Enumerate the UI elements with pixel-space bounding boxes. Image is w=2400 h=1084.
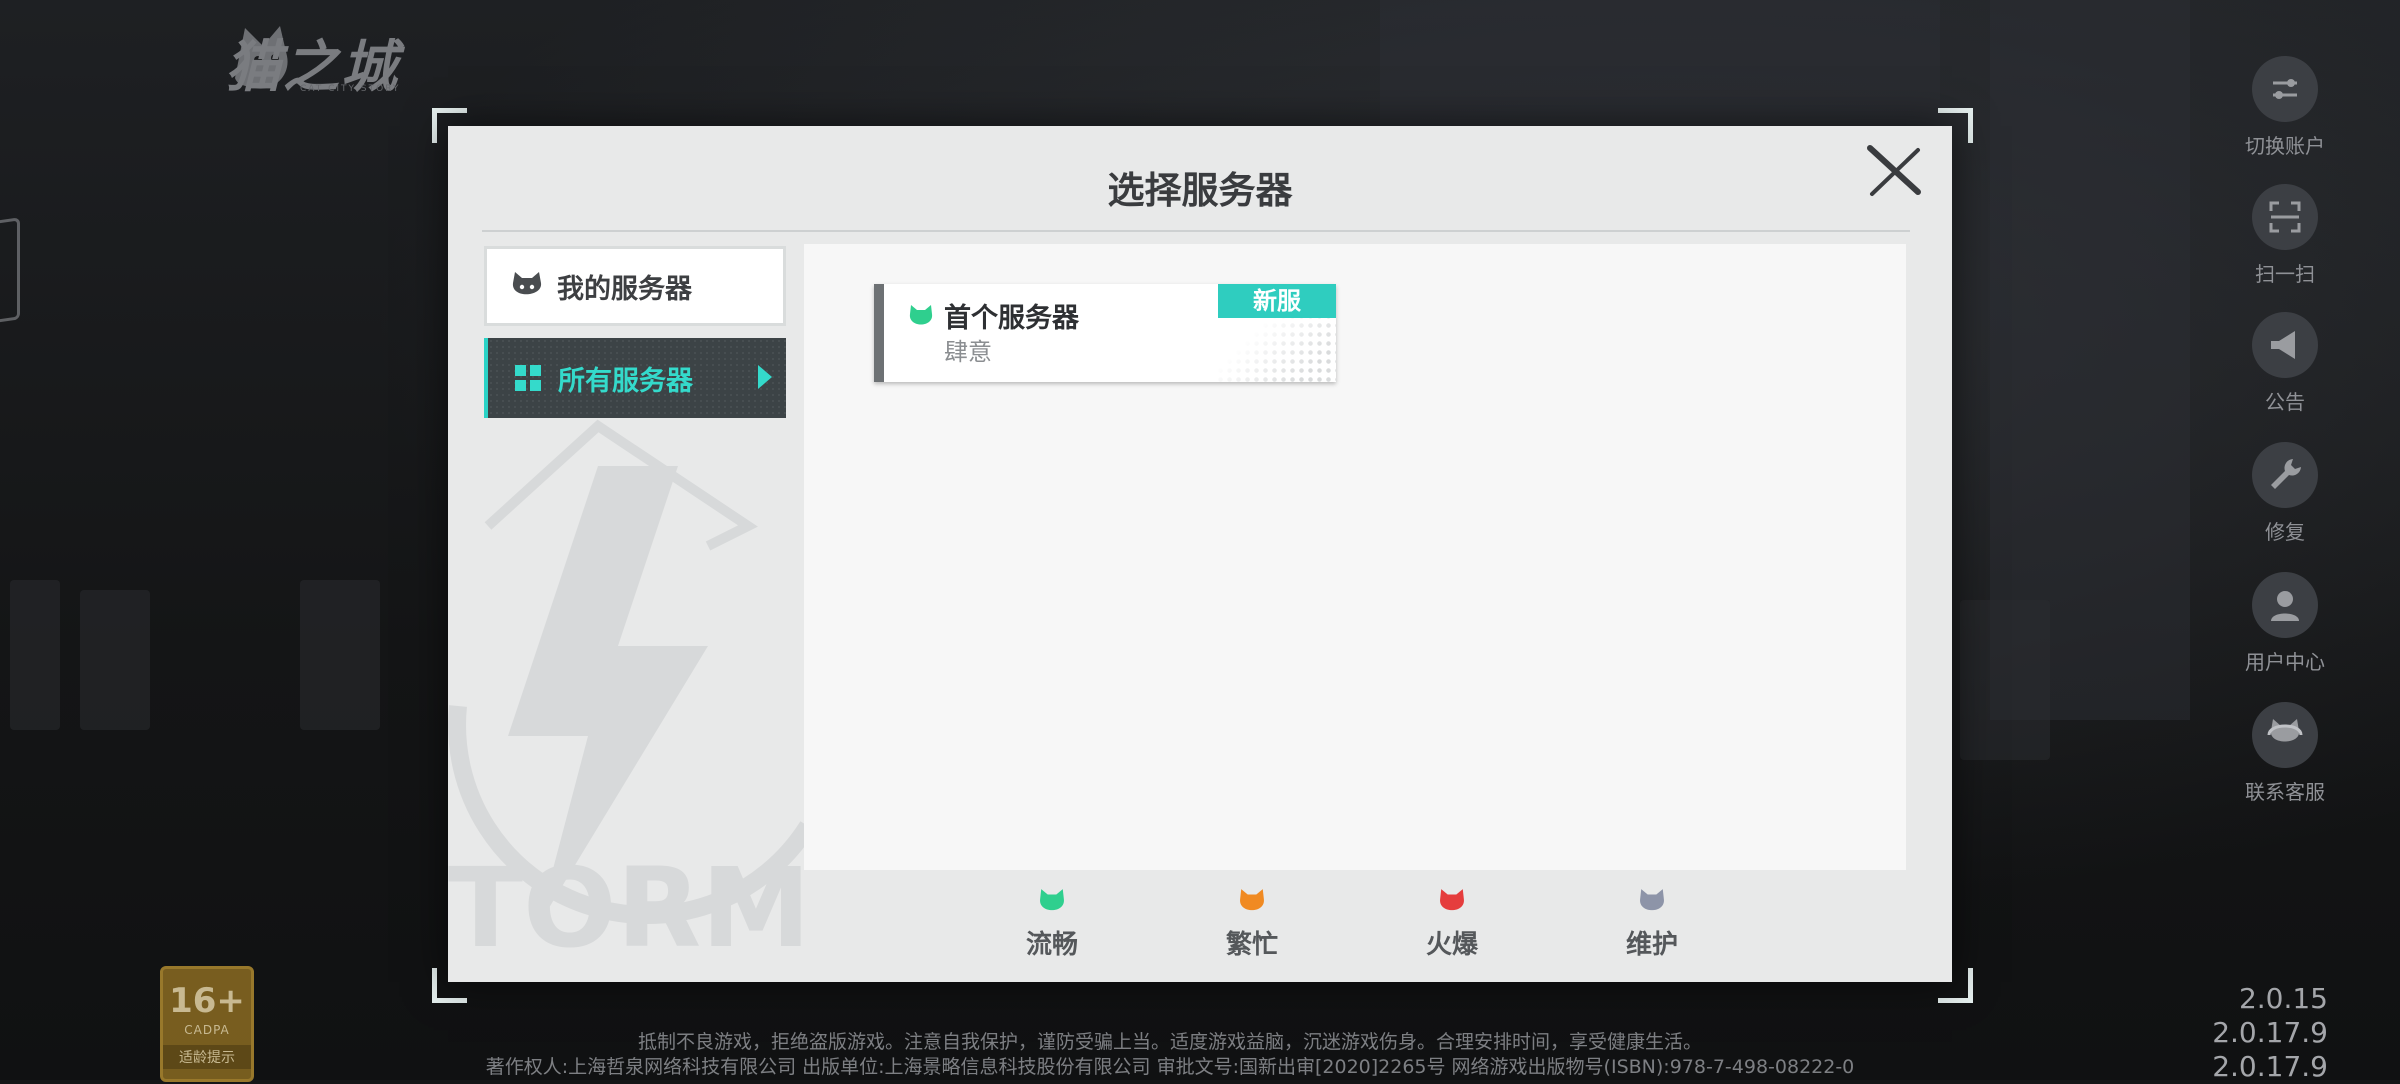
wrench-icon — [2271, 459, 2301, 489]
status-maintenance-icon — [1640, 889, 1664, 911]
switch-account-button[interactable]: 切换账户 — [2230, 56, 2340, 159]
storm-watermark-icon: TORM — [448, 419, 816, 966]
user-icon — [2271, 591, 2299, 621]
status-busy-icon — [1240, 889, 1264, 911]
dialog-title: 选择服务器 — [1107, 169, 1293, 212]
legend-smooth: 流畅 — [992, 888, 1112, 961]
legend-label: 繁忙 — [1225, 930, 1278, 960]
side-item-label: 修复 — [2265, 520, 2305, 544]
legend-maintenance: 维护 — [1592, 888, 1712, 961]
repair-button[interactable]: 修复 — [2230, 442, 2340, 545]
side-item-label: 切换账户 — [2245, 134, 2325, 158]
legend-hot: 火爆 — [1392, 888, 1512, 961]
status-smooth-icon — [909, 305, 933, 325]
customer-service-button[interactable]: 联系客服 — [2230, 702, 2340, 805]
legend-label: 火爆 — [1425, 930, 1478, 960]
legend-busy: 繁忙 — [1192, 888, 1312, 961]
announcement-button[interactable]: 公告 — [2230, 312, 2340, 415]
legend-label: 流畅 — [1025, 930, 1078, 960]
support-cat-icon — [2267, 719, 2303, 742]
server-name: 首个服务器 — [944, 303, 1079, 334]
tab-label: 我的服务器 — [557, 273, 692, 305]
version-text: 2.0.17.9 — [2212, 1016, 2328, 1049]
side-item-label: 用户中心 — [2245, 650, 2325, 674]
megaphone-icon — [2271, 331, 2295, 359]
health-notice: 抵制不良游戏，拒绝盗版游戏。注意自我保护，谨防受骗上当。适度游戏益脑，沉迷游戏伤… — [637, 1031, 1702, 1053]
user-center-button[interactable]: 用户中心 — [2230, 572, 2340, 675]
server-select-dialog: TORM 选择服务器 我的服务器 所有服务器 首个服务器 肆意 新服 流畅 繁忙… — [448, 126, 1952, 982]
side-item-label: 扫一扫 — [2255, 262, 2315, 286]
version-list: 2.0.15 2.0.17.9 2.0.17.9 — [2212, 982, 2328, 1084]
grid-icon — [515, 365, 541, 391]
arrow-right-icon — [758, 365, 772, 389]
tab-label: 所有服务器 — [558, 365, 693, 397]
status-smooth-icon — [1040, 889, 1064, 911]
scan-button[interactable]: 扫一扫 — [2230, 184, 2340, 287]
scan-icon — [2269, 201, 2301, 233]
side-item-label: 公告 — [2265, 390, 2305, 414]
legend-label: 维护 — [1625, 930, 1678, 960]
status-hot-icon — [1440, 889, 1464, 911]
version-text: 2.0.15 — [2238, 982, 2328, 1015]
cat-head-icon — [512, 272, 542, 295]
logo-subtitle: CAT CITY STORY — [300, 84, 401, 94]
publisher-info: 著作权人:上海哲泉网络科技有限公司 出版单位:上海景略信息科技股份有限公司 审批… — [485, 1056, 1855, 1078]
title-divider — [482, 230, 1910, 232]
version-text: 2.0.17.9 — [2212, 1050, 2328, 1083]
server-card[interactable]: 首个服务器 肆意 新服 — [874, 284, 1336, 382]
new-server-badge: 新服 — [1218, 284, 1336, 318]
left-edge-tab[interactable] — [0, 217, 20, 325]
close-icon[interactable] — [1864, 142, 1924, 202]
server-list-panel: 首个服务器 肆意 新服 — [804, 244, 1906, 870]
side-item-label: 联系客服 — [2245, 780, 2325, 804]
tab-all-servers[interactable]: 所有服务器 — [484, 338, 786, 418]
switch-account-icon — [2273, 79, 2297, 99]
server-subtitle: 肆意 — [944, 338, 992, 366]
tab-my-servers[interactable]: 我的服务器 — [484, 246, 786, 326]
age-rating-value: 16+ — [169, 981, 245, 1021]
watermark-text: TORM — [448, 844, 811, 966]
